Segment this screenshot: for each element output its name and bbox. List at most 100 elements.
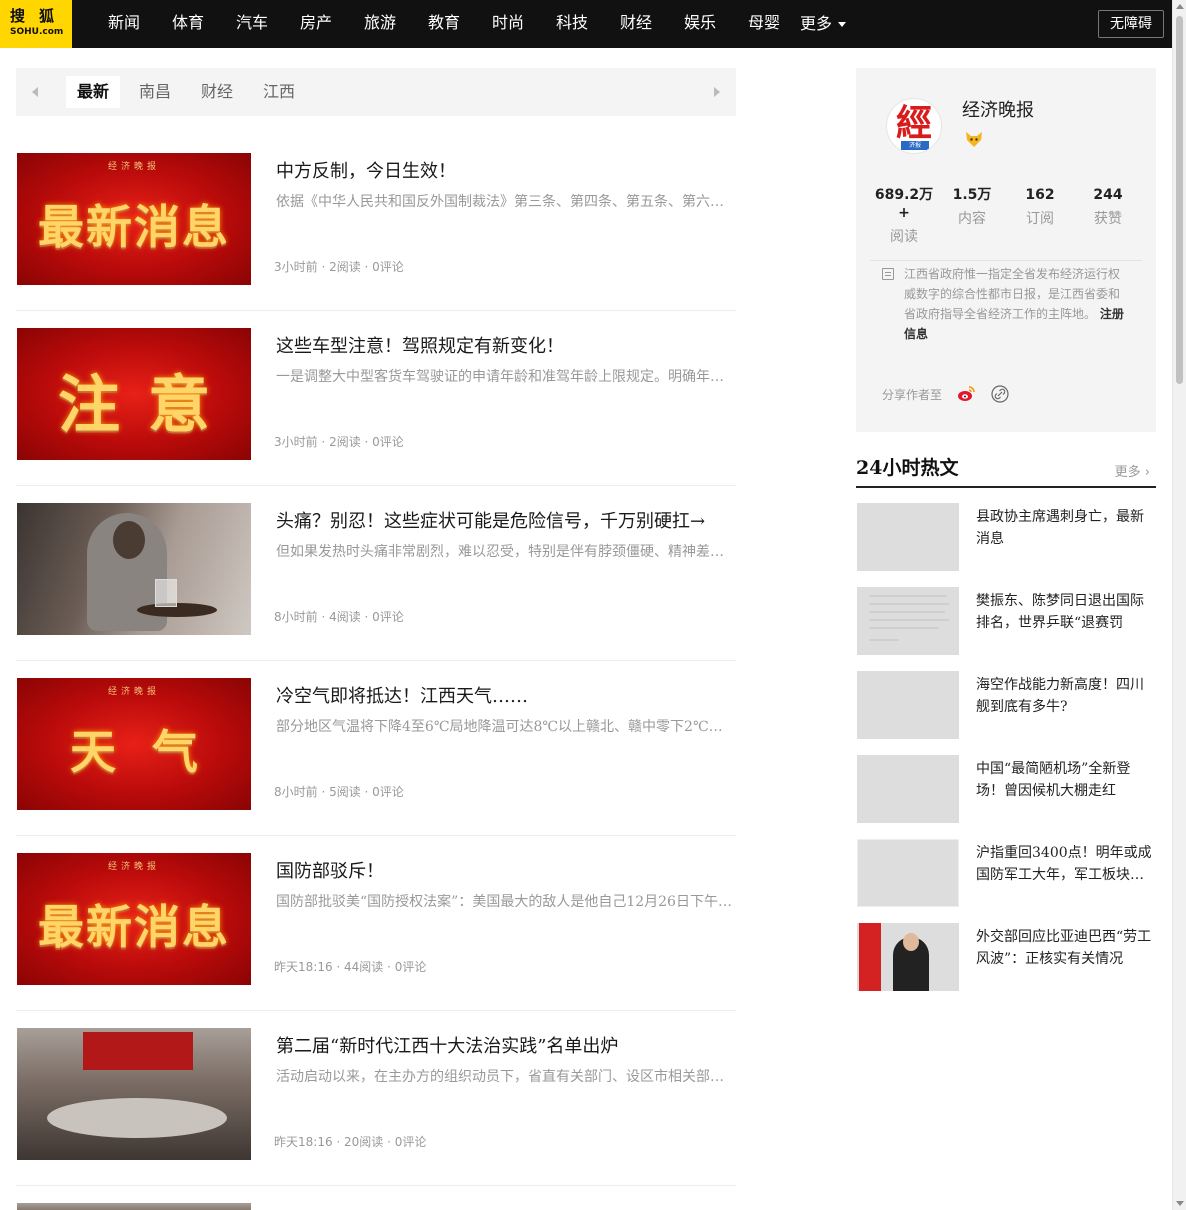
article-card[interactable]: 头痛？别忍！这些症状可能是危险信号，千万别硬扛→ 但如果发热时头痛非常剧烈，难以…: [16, 486, 736, 661]
hot-article-item[interactable]: 中国“最简陋机场”全新登场！曾因候机大棚走红: [856, 754, 1156, 838]
article-title[interactable]: 这些车型注意！驾照规定有新变化！: [276, 333, 736, 361]
hot-more-label: 更多: [1114, 465, 1141, 480]
tab-nanchang[interactable]: 南昌: [128, 76, 182, 108]
page-scrollbar[interactable]: [1172, 0, 1186, 1210]
article-summary: 国防部批驳美“国防授权法案”：美国最大的敌人是他自己12月26日下午…: [276, 894, 732, 910]
copy-link-icon[interactable]: [990, 384, 1010, 404]
weibo-icon[interactable]: [956, 384, 976, 404]
tabs-prev-arrow-icon[interactable]: [32, 87, 38, 97]
tabs-next-arrow-icon[interactable]: [714, 87, 720, 97]
article-card[interactable]: 注意 这些车型注意！驾照规定有新变化！ 一是调整大中型客货车驾驶证的申请年龄和准…: [16, 311, 736, 486]
hot-article-item[interactable]: 县政协主席遇刺身亡，最新消息: [856, 502, 1156, 586]
meeting-photo: [17, 1028, 251, 1160]
tab-finance[interactable]: 财经: [190, 76, 244, 108]
red-banner-image: 注意: [17, 328, 251, 460]
headache-woman-photo: [17, 503, 251, 635]
logo-cn-text: 搜狐: [10, 7, 69, 25]
tab-jiangxi[interactable]: 江西: [252, 76, 306, 108]
article-thumbnail[interactable]: 经济晚报 天气: [17, 678, 251, 810]
article-title[interactable]: 中方反制，今日生效！: [276, 158, 736, 186]
hot-article-title[interactable]: 县政协主席遇刺身亡，最新消息: [976, 506, 1152, 550]
author-card: 經 济报 经济晚报 689.2万+ 阅读 1.5万 内容 162 订阅 244 …: [856, 68, 1156, 432]
nav-item-education[interactable]: 教育: [412, 0, 476, 48]
hot-article-item[interactable]: 沪指重回3400点！明年或成国防军工大年，军工板块…: [856, 838, 1156, 922]
hot-article-title[interactable]: 外交部回应比亚迪巴西“劳工风波”：正核实有关情况: [976, 926, 1152, 970]
author-avatar[interactable]: 經 济报: [886, 98, 942, 154]
stat-content: 1.5万 内容: [938, 186, 1006, 246]
nav-item-news[interactable]: 新闻: [92, 0, 156, 48]
nav-more-label: 更多: [800, 14, 833, 33]
stat-subscribers: 162 订阅: [1006, 186, 1074, 246]
stat-label: 获赞: [1094, 211, 1122, 227]
article-summary: 但如果发热时头痛非常剧烈，难以忍受，特别是伴有脖颈僵硬、精神差…: [276, 544, 724, 560]
stat-value: 1.5万: [952, 187, 992, 203]
hot-articles-title: 24小时热文: [856, 457, 959, 479]
sohu-logo[interactable]: 搜狐 SOHU.com: [0, 0, 72, 48]
hot-article-title[interactable]: 海空作战能力新高度！四川舰到底有多牛?: [976, 674, 1152, 718]
nav-item-travel[interactable]: 旅游: [348, 0, 412, 48]
article-thumbnail[interactable]: 经济晚报 最新消息: [17, 853, 251, 985]
nav-item-sports[interactable]: 体育: [156, 0, 220, 48]
scroll-down-arrow-icon[interactable]: [1176, 1201, 1184, 1206]
red-banner-image: 经济晚报 天气: [17, 678, 251, 810]
article-thumbnail[interactable]: 经济晚报 最新消息: [17, 153, 251, 285]
tab-latest[interactable]: 最新: [66, 76, 121, 108]
nav-item-finance[interactable]: 财经: [604, 0, 668, 48]
banner-paper-name: 经济晚报: [107, 162, 160, 172]
article-thumbnail[interactable]: 注意: [17, 328, 251, 460]
red-banner-image: 经济晚报 最新消息: [17, 153, 251, 285]
share-author: 分享作者至: [882, 384, 1010, 404]
hot-more-link[interactable]: 更多 ›: [1115, 461, 1150, 480]
hot-article-item[interactable]: 海空作战能力新高度！四川舰到底有多牛?: [856, 670, 1156, 754]
article-thumbnail[interactable]: [17, 503, 251, 635]
logo-en-text: SOHU.com: [10, 27, 64, 37]
article-card[interactable]: 第二届“新时代江西十大法治实践”名单出炉 活动启动以来，在主办方的组织动员下，省…: [16, 1011, 736, 1186]
article-card[interactable]: 经济晚报 最新消息 中方反制，今日生效！ 依据《中华人民共和国反外国制裁法》第三…: [16, 136, 736, 311]
article-title[interactable]: 第二届“新时代江西十大法治实践”名单出炉: [276, 1033, 736, 1061]
author-description-text: 江西省政府惟一指定全省发布经济运行权威数字的综合性都市日报，是江西省委和省政府指…: [904, 267, 1121, 321]
banner-headline: 天气: [70, 725, 234, 779]
chevron-right-icon: ›: [1144, 465, 1150, 480]
article-card[interactable]: 经济晚报 天气 冷空气即将抵达！江西天气…… 部分地区气温将下降4至6℃局地降温…: [16, 661, 736, 836]
stat-value: 244: [1093, 187, 1123, 203]
article-card[interactable]: 经济晚报 最新消息 国防部驳斥！ 国防部批驳美“国防授权法案”：美国最大的敌人是…: [16, 836, 736, 1011]
hot-article-thumbnail: [857, 755, 959, 823]
stat-likes: 244 获赞: [1074, 186, 1142, 246]
hot-article-item[interactable]: 外交部回应比亚迪巴西“劳工风波”：正核实有关情况: [856, 922, 1156, 1006]
nav-item-auto[interactable]: 汽车: [220, 0, 284, 48]
nav-item-entertainment[interactable]: 娱乐: [668, 0, 732, 48]
banner-paper-name: 经济晚报: [107, 687, 160, 697]
nav-item-fashion[interactable]: 时尚: [476, 0, 540, 48]
hot-article-thumbnail: [857, 587, 959, 655]
article-thumbnail[interactable]: [17, 1028, 251, 1160]
share-label: 分享作者至: [882, 387, 943, 402]
stat-value: 162: [1025, 187, 1055, 203]
article-meta: 3小时前 · 2阅读 · 0评论: [274, 435, 404, 449]
author-name[interactable]: 经济晚报: [962, 96, 1034, 122]
hot-article-title[interactable]: 樊振东、陈梦同日退出国际排名，世界乒联“退赛罚款”…: [976, 590, 1152, 634]
article-title[interactable]: 头痛？别忍！这些症状可能是危险信号，千万别硬扛→: [276, 508, 736, 536]
article-thumbnail[interactable]: [17, 1203, 251, 1210]
nav-item-tech[interactable]: 科技: [540, 0, 604, 48]
article-feed: 经济晚报 最新消息 中方反制，今日生效！ 依据《中华人民共和国反外国制裁法》第三…: [16, 136, 736, 1210]
banner-headline: 注意: [57, 368, 238, 441]
article-title[interactable]: 冷空气即将抵达！江西天气……: [276, 683, 736, 711]
nav-item-house[interactable]: 房产: [284, 0, 348, 48]
hot-article-thumbnail: [857, 923, 959, 991]
hot-article-item[interactable]: 樊振东、陈梦同日退出国际排名，世界乒联“退赛罚款”…: [856, 586, 1156, 670]
accessibility-button[interactable]: 无障碍: [1098, 10, 1164, 38]
caret-down-icon: [838, 21, 847, 27]
hot-article-title[interactable]: 沪指重回3400点！明年或成国防军工大年，军工板块…: [976, 842, 1152, 886]
author-description: 江西省政府惟一指定全省发布经济运行权威数字的综合性都市日报，是江西省委和省政府指…: [882, 264, 1130, 344]
article-card-partial[interactable]: [16, 1186, 736, 1210]
scrollbar-thumb[interactable]: [1176, 16, 1183, 384]
nav-more-menu[interactable]: 更多: [796, 0, 866, 48]
article-summary: 依据《中华人民共和国反外国制裁法》第三条、第四条、第五条、第六条…: [276, 194, 736, 210]
scroll-up-arrow-icon[interactable]: [1176, 4, 1184, 9]
partial-photo: [17, 1203, 251, 1210]
article-title[interactable]: 国防部驳斥！: [276, 858, 736, 886]
nav-item-parenting[interactable]: 母婴: [732, 0, 796, 48]
article-meta: 8小时前 · 4阅读 · 0评论: [274, 610, 404, 624]
avatar-subtext: 济报: [901, 141, 929, 150]
hot-article-title[interactable]: 中国“最简陋机场”全新登场！曾因候机大棚走红: [976, 758, 1152, 802]
